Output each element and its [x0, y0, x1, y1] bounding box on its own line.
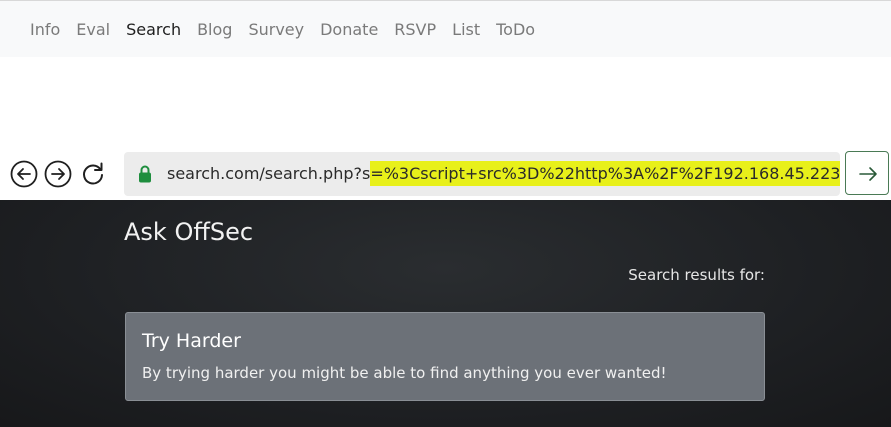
nav-item-donate[interactable]: Donate: [320, 20, 378, 39]
top-nav: Info Eval Search Blog Survey Donate RSVP…: [0, 0, 891, 57]
url-prefix: search.com/search.php?s: [167, 164, 371, 183]
browser-toolbar: search.com/search.php?s=%3Cscript+src%3D…: [0, 150, 891, 200]
nav-item-blog[interactable]: Blog: [197, 20, 232, 39]
nav-item-search[interactable]: Search: [126, 20, 181, 39]
result-card: Try Harder By trying harder you might be…: [125, 312, 765, 401]
nav-item-survey[interactable]: Survey: [248, 20, 304, 39]
result-text: By trying harder you might be able to fi…: [142, 364, 667, 382]
back-button[interactable]: [10, 160, 38, 188]
arrow-right-icon: [859, 167, 877, 181]
nav-item-todo[interactable]: ToDo: [496, 20, 535, 39]
nav-item-list[interactable]: List: [452, 20, 480, 39]
result-title: Try Harder: [142, 330, 241, 352]
nav-item-rsvp[interactable]: RSVP: [394, 20, 436, 39]
go-button[interactable]: [845, 151, 889, 195]
site-brand[interactable]: Ask OffSec: [124, 218, 253, 246]
url-highlighted-payload: =%3Cscript+src%3D%22http%3A%2F%2F192.168…: [370, 161, 840, 186]
site-content: Ask OffSec Search results for: Try Harde…: [0, 200, 891, 427]
arrow-right-circle-icon: [44, 160, 72, 188]
arrow-left-circle-icon: [10, 160, 38, 188]
url-bar[interactable]: search.com/search.php?s=%3Cscript+src%3D…: [124, 152, 840, 196]
nav-list: Info Eval Search Blog Survey Donate RSVP…: [0, 1, 891, 58]
lock-icon: [139, 165, 151, 183]
url-text: search.com/search.php?s=%3Cscript+src%3D…: [167, 161, 840, 186]
nav-item-info[interactable]: Info: [30, 20, 60, 39]
reload-icon: [83, 162, 103, 185]
search-results-label: Search results for:: [628, 266, 765, 284]
forward-button[interactable]: [44, 160, 72, 188]
reload-button[interactable]: [79, 160, 107, 188]
nav-item-eval[interactable]: Eval: [76, 20, 110, 39]
